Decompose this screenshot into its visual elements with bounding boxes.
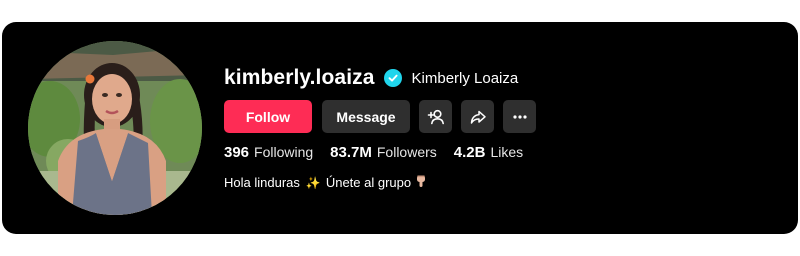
likes-stat: 4.2B Likes xyxy=(454,144,523,161)
followers-label: Followers xyxy=(376,144,437,160)
sparkle-emoji: ✨ xyxy=(305,175,321,190)
username: kimberly.loaiza xyxy=(224,66,375,89)
bio: Hola linduras ✨ Únete al grupo xyxy=(224,174,427,191)
followers-count: 83.7M xyxy=(330,144,372,161)
profile-stats: 396 Following 83.7M Followers 4.2B Likes xyxy=(224,144,540,161)
followers-stat[interactable]: 83.7M Followers xyxy=(330,144,437,161)
pointing-down-emoji xyxy=(415,174,427,191)
display-name: Kimberly Loaiza xyxy=(411,69,519,87)
share-icon xyxy=(470,110,486,124)
following-label: Following xyxy=(254,144,314,160)
bio-text-greeting: Hola linduras xyxy=(224,175,300,190)
verified-check-icon xyxy=(383,69,402,87)
avatar[interactable] xyxy=(28,41,202,215)
follow-button[interactable]: Follow xyxy=(224,100,312,133)
profile-header-card: kimberly.loaiza Kimberly Loaiza Follow M… xyxy=(2,22,798,234)
message-button[interactable]: Message xyxy=(322,100,410,133)
add-friend-button[interactable] xyxy=(419,100,452,133)
profile-photo xyxy=(28,41,202,215)
share-button[interactable] xyxy=(461,100,494,133)
following-count: 396 xyxy=(224,144,250,161)
name-row: kimberly.loaiza Kimberly Loaiza xyxy=(224,66,518,90)
bio-text-group: Únete al grupo xyxy=(325,175,412,190)
likes-label: Likes xyxy=(490,144,524,160)
action-bar: Follow Message xyxy=(224,100,536,133)
more-options-button[interactable] xyxy=(503,100,536,133)
likes-count: 4.2B xyxy=(453,144,486,161)
more-options-icon xyxy=(512,114,527,119)
add-friend-icon xyxy=(427,109,444,124)
following-stat[interactable]: 396 Following xyxy=(224,144,313,161)
